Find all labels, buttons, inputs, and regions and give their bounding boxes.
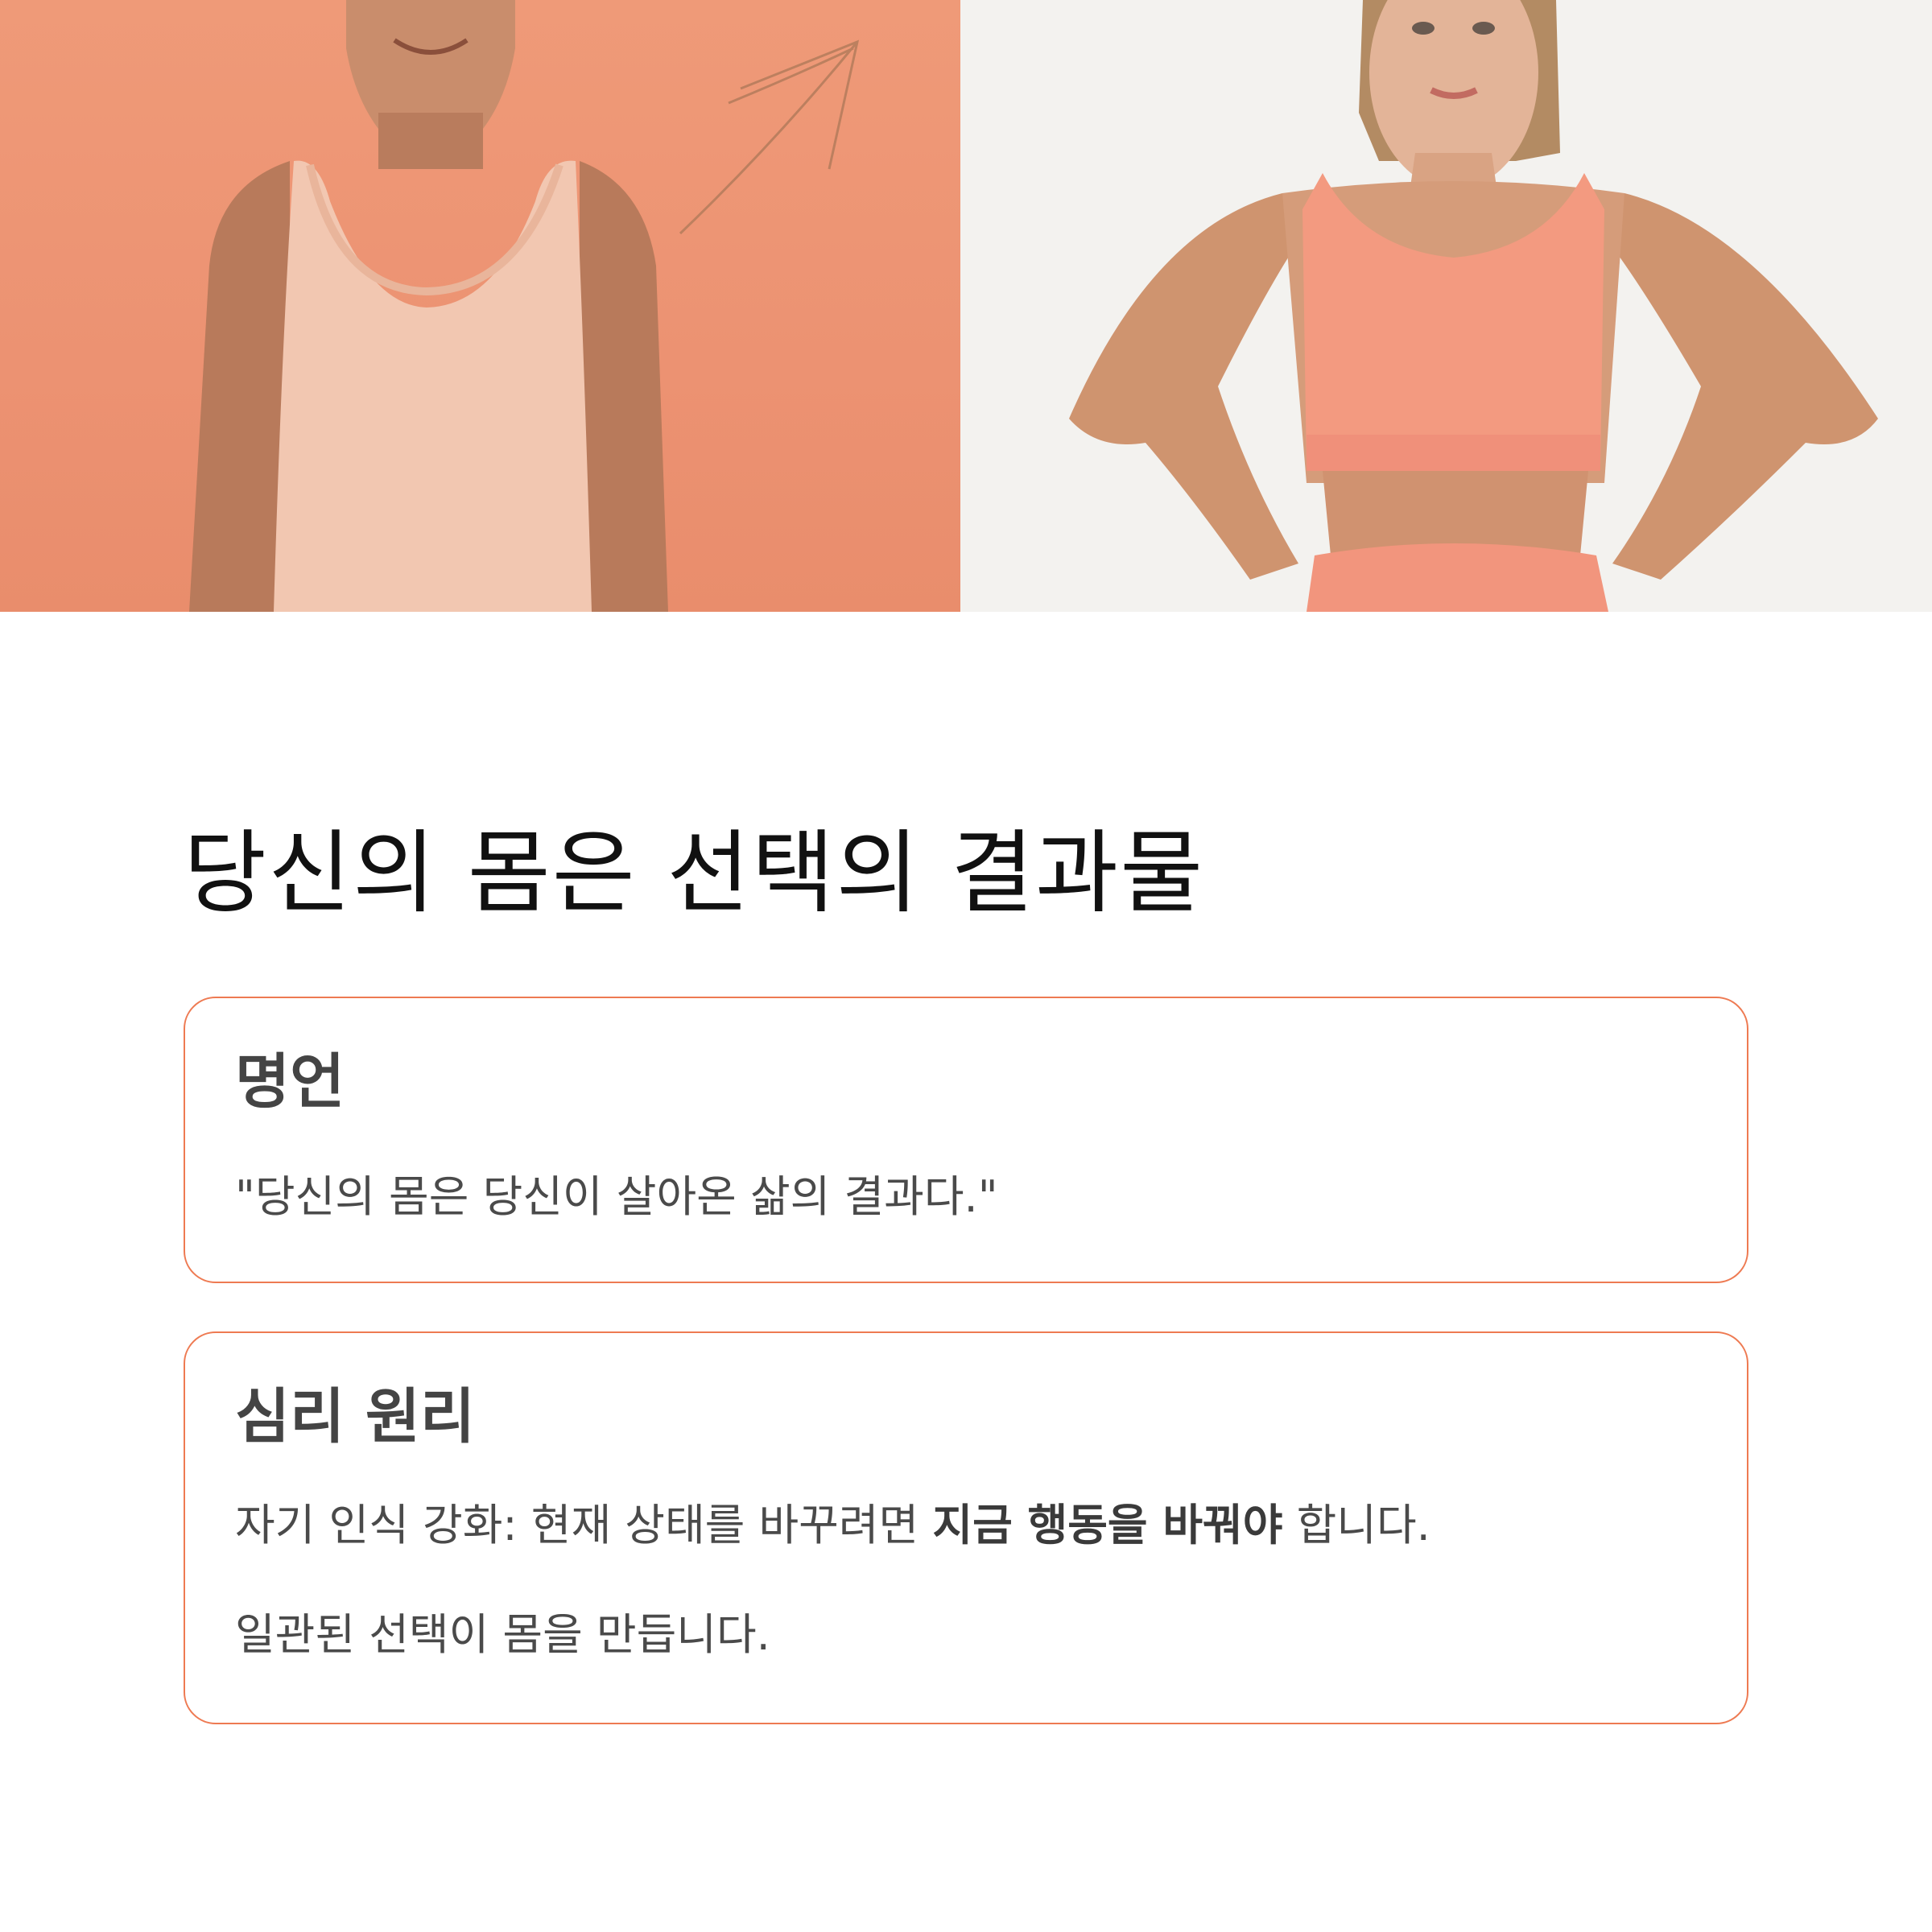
before-photo-illustration xyxy=(189,0,860,612)
quote-card: 명언 "당신의 몸은 당신이 살아온 삶의 결과다." xyxy=(184,997,1748,1283)
page-title: 당신의 몸은 선택의 결과물 xyxy=(184,821,1205,926)
before-photo xyxy=(0,0,960,612)
principle-line-1-start: 자기 인식 강화: 현재 상태를 바꾸려면 xyxy=(235,1500,933,1550)
after-photo xyxy=(960,0,1932,612)
after-photo-illustration xyxy=(1069,0,1878,612)
principle-line-1-emphasis: 지금 행동을 바꿔야 xyxy=(932,1500,1283,1550)
hero-image-strip xyxy=(0,0,1932,612)
principle-line-1-end: 합니다. xyxy=(1282,1500,1430,1550)
principle-line-2: 일관된 선택이 몸을 만듭니다. xyxy=(235,1609,770,1660)
principle-line-1: 자기 인식 강화: 현재 상태를 바꾸려면 지금 행동을 바꿔야 합니다. xyxy=(235,1497,1430,1554)
quote-card-heading: 명언 xyxy=(235,1047,345,1117)
principle-card-heading: 심리 원리 xyxy=(235,1382,476,1451)
principle-card: 심리 원리 자기 인식 강화: 현재 상태를 바꾸려면 지금 행동을 바꿔야 합… xyxy=(184,1331,1748,1724)
arrow-icon xyxy=(679,39,860,235)
quote-text: "당신의 몸은 당신이 살아온 삶의 결과다." xyxy=(235,1171,998,1222)
